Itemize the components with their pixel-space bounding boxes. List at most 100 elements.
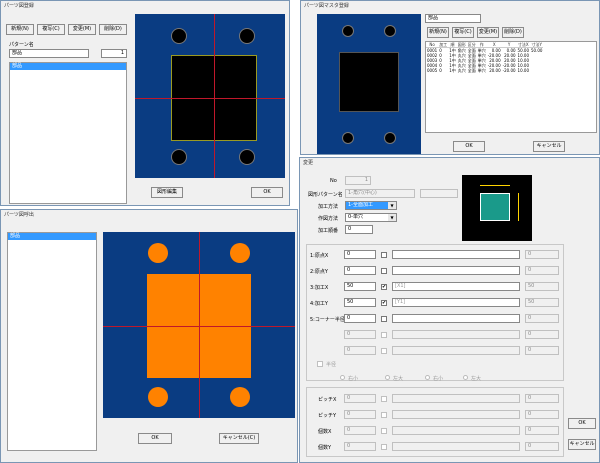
table-cell: 0005 bbox=[427, 68, 438, 73]
param-ref-field[interactable] bbox=[392, 250, 520, 259]
param-ref-field[interactable] bbox=[392, 314, 520, 323]
option-radio[interactable] bbox=[340, 375, 345, 380]
hole-top-right bbox=[239, 28, 255, 44]
table-cell: 1中 bbox=[449, 68, 456, 73]
edit-button[interactable]: 変更(M) bbox=[477, 27, 499, 38]
pitch-ref-field bbox=[392, 410, 520, 419]
param-checkbox[interactable] bbox=[381, 252, 387, 258]
copy-button[interactable]: 複写(C) bbox=[452, 27, 474, 38]
param-value-field[interactable]: 50 bbox=[344, 298, 376, 307]
center-line-horizontal bbox=[135, 98, 285, 99]
param-value-field[interactable]: 0 bbox=[344, 250, 376, 259]
option-radio-label: 左大 bbox=[471, 376, 482, 382]
list-item[interactable]: 部品 bbox=[8, 233, 96, 240]
parts-master-window: パーツ図マスタ登録 部品 新規(N) 複写(C) 変更(M) 削除(D) No 加… bbox=[300, 0, 600, 155]
pattern-label: 図形パターン名 bbox=[308, 192, 343, 198]
draw-dropdown-icon[interactable]: ▼ bbox=[388, 214, 396, 221]
pitch-end-field: 0 bbox=[525, 442, 559, 451]
parts-list[interactable]: 部品 bbox=[7, 232, 97, 451]
preview-dim-x bbox=[480, 185, 510, 186]
pitch-value-field: 0 bbox=[344, 442, 376, 451]
hole-top-right bbox=[230, 243, 250, 263]
table-cell: 単穴 bbox=[477, 68, 486, 73]
pitch-end-field: 0 bbox=[525, 426, 559, 435]
hole-top-left bbox=[148, 243, 168, 263]
parts-table: No 加工順図形 区分作 X Y 寸法X 寸法Y 0001 0 1中 角穴 全面 単穴 0.00 0.00… bbox=[426, 42, 544, 73]
hole-bottom-right bbox=[239, 149, 255, 165]
param-end-field: 50 bbox=[525, 298, 559, 307]
pitch-value-field: 0 bbox=[344, 410, 376, 419]
param-checkbox[interactable] bbox=[381, 268, 387, 274]
order-stepper[interactable]: 0 bbox=[345, 225, 373, 234]
pattern-count-field[interactable]: 1 bbox=[101, 49, 127, 58]
table-cell: 0 bbox=[439, 68, 442, 73]
pattern-name-field[interactable]: 部品 bbox=[9, 49, 89, 58]
table-row[interactable]: 0005 0 1中 丸穴 全面 単穴 20.00 -20.00 10.00 bbox=[426, 68, 543, 73]
edit-button[interactable]: 変更(M) bbox=[68, 24, 96, 35]
preview-dim-y bbox=[518, 193, 519, 221]
option-radio[interactable] bbox=[385, 375, 390, 380]
param-value-field[interactable]: 50 bbox=[344, 282, 376, 291]
pitch-label: 個数X bbox=[318, 429, 332, 435]
param-checkbox[interactable]: ✔ bbox=[381, 284, 387, 290]
param-ref-field[interactable]: [X1] bbox=[392, 282, 520, 291]
pattern-select: 1-角穴(中心) bbox=[345, 189, 415, 198]
no-label: No bbox=[330, 178, 337, 184]
ok-button[interactable]: OK bbox=[453, 141, 485, 152]
parts-register-title: パーツ図登録 bbox=[1, 1, 289, 11]
copy-button[interactable]: 複写(C) bbox=[37, 24, 65, 35]
ok-button[interactable]: OK bbox=[568, 418, 596, 429]
shape-edit-button[interactable]: 図形編集 bbox=[151, 187, 183, 198]
cancel-button[interactable]: キャンセル bbox=[568, 439, 596, 450]
ok-button[interactable]: OK bbox=[138, 433, 172, 444]
shape-preview bbox=[462, 175, 532, 241]
ok-button[interactable]: OK bbox=[251, 187, 283, 198]
param-ref-field[interactable] bbox=[392, 266, 520, 275]
table-cell: -20.00 bbox=[502, 68, 516, 73]
hole-bottom-right bbox=[230, 387, 250, 407]
order-label: 加工順番 bbox=[318, 228, 339, 234]
param-end-field: 0 bbox=[525, 314, 559, 323]
pitch-ref-field bbox=[392, 442, 520, 451]
pitch-label: 個数Y bbox=[318, 445, 332, 451]
cancel-button[interactable]: キャンセル bbox=[533, 141, 565, 152]
cancel-button[interactable]: キャンセル(C) bbox=[219, 433, 259, 444]
option-radio-label: 右小 bbox=[348, 376, 359, 382]
param-checkbox[interactable] bbox=[381, 316, 387, 322]
table-cell: 20.00 bbox=[489, 68, 501, 73]
param-value-field[interactable]: 0 bbox=[344, 266, 376, 275]
table-header-cell: 図形 bbox=[456, 42, 467, 48]
part-name-field[interactable]: 部品 bbox=[425, 14, 481, 23]
delete-button[interactable]: 削除(D) bbox=[99, 24, 127, 35]
half-checkbox bbox=[317, 361, 323, 367]
param-label: 2:原点Y bbox=[310, 269, 328, 275]
param-label: 1:原点X bbox=[310, 253, 329, 259]
center-line-vertical bbox=[214, 14, 215, 178]
parts-call-window: パーツ図呼出 部品 OK キャンセル(C) bbox=[0, 209, 298, 463]
new-button[interactable]: 新規(N) bbox=[427, 27, 449, 38]
param-value-field[interactable]: 0 bbox=[344, 314, 376, 323]
param-label: 3:加工X bbox=[310, 285, 329, 291]
pitch-end-field: 0 bbox=[525, 410, 559, 419]
option-radio[interactable] bbox=[463, 375, 468, 380]
pattern-extra-field bbox=[420, 189, 458, 198]
center-line-vertical bbox=[199, 232, 200, 418]
pattern-list[interactable]: 部品 bbox=[9, 62, 127, 204]
method-dropdown-icon[interactable]: ▼ bbox=[388, 202, 396, 209]
delete-button[interactable]: 削除(D) bbox=[502, 27, 524, 38]
hole-bottom-right bbox=[384, 132, 396, 144]
param-ref-field bbox=[392, 330, 520, 339]
parts-master-title: パーツ図マスタ登録 bbox=[301, 1, 599, 11]
square-hole bbox=[339, 52, 399, 112]
param-ref-field[interactable]: [Y1] bbox=[392, 298, 520, 307]
option-radio[interactable] bbox=[425, 375, 430, 380]
param-checkbox[interactable]: ✔ bbox=[381, 300, 387, 306]
new-button[interactable]: 新規(N) bbox=[6, 24, 34, 35]
table-cell bbox=[530, 68, 543, 73]
hole-bottom-left bbox=[148, 387, 168, 407]
pitch-value-field: 0 bbox=[344, 394, 376, 403]
parts-register-window: パーツ図登録 新規(N) 複写(C) 変更(M) 削除(D) パターン名 部品 … bbox=[0, 0, 290, 206]
list-item[interactable]: 部品 bbox=[10, 63, 126, 70]
option-radio-label: 右小 bbox=[433, 376, 444, 382]
param-value-field: 0 bbox=[344, 346, 376, 355]
